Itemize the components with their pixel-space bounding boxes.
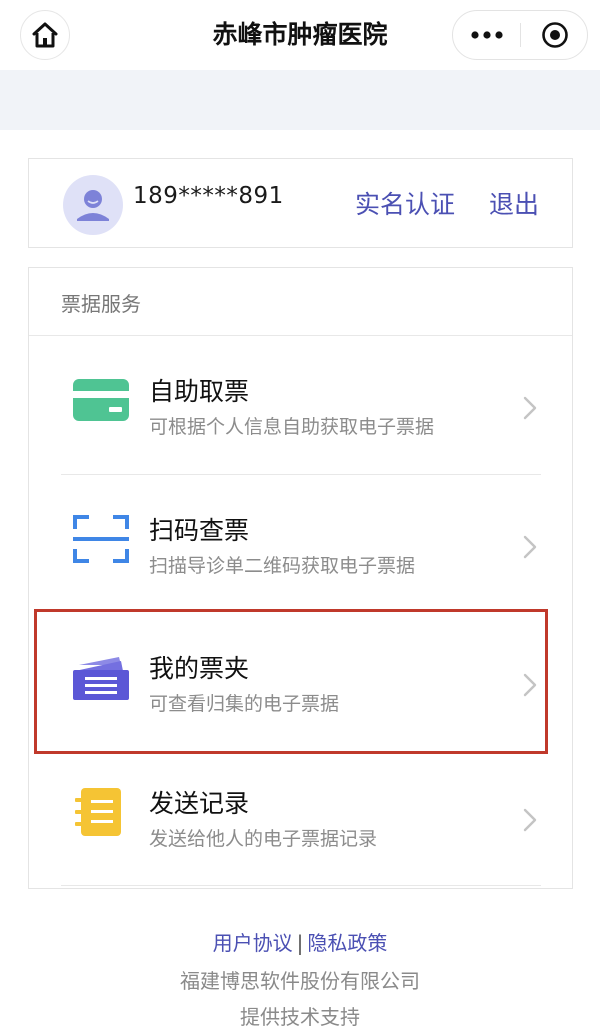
item-title: 我的票夹 [149,654,250,683]
item-description: 可根据个人信息自助获取电子票据 [149,416,435,438]
home-icon [32,22,58,48]
navigation-bar: 赤峰市肿瘤医院 [0,0,600,70]
chevron-right-icon [523,673,537,697]
real-name-verify-link[interactable]: 实名认证 [355,185,455,221]
send-record-icon [75,788,121,836]
close-mini-program-button[interactable] [521,11,588,59]
page-title: 赤峰市肿瘤医院 [212,20,388,49]
card-icon [73,379,129,421]
item-description: 扫描导诊单二维码获取电子票据 [149,555,416,577]
item-title: 扫码查票 [149,516,250,545]
home-button[interactable] [20,10,70,60]
privacy-policy-link[interactable]: 隐私政策 [307,931,387,955]
item-divider [61,885,541,886]
more-button[interactable] [453,11,520,59]
section-title: 票据服务 [61,292,141,316]
service-item-send-record[interactable]: 发送记录 发送给他人的电子票据记录 [29,748,572,884]
avatar [63,175,123,235]
user-card: 189*****891 实名认证 退出 [28,158,573,248]
chevron-right-icon [523,396,537,420]
user-avatar-icon [77,190,109,221]
chevron-right-icon [523,535,537,559]
record-close-icon [541,22,568,48]
service-item-self-pickup[interactable]: 自助取票 可根据个人信息自助获取电子票据 [29,336,572,472]
ticket-services-card: 票据服务 自助取票 可根据个人信息自助获取电子票据 扫码查票 扫描导诊单二维码获… [28,267,573,889]
item-description: 可查看归集的电子票据 [149,693,340,715]
more-dots-icon [470,31,503,39]
tech-support-text: 提供技术支持 [240,1005,360,1029]
user-agreement-link[interactable]: 用户协议 [213,931,293,955]
chevron-right-icon [523,808,537,832]
mini-program-capsule [452,10,588,60]
footer-links: 用户协议 | 隐私政策 [0,927,600,956]
item-title: 发送记录 [149,789,250,818]
scan-icon [73,515,129,563]
item-title: 自助取票 [149,377,250,406]
service-item-scan-query[interactable]: 扫码查票 扫描导诊单二维码获取电子票据 [29,475,572,611]
phone-number: 189*****891 [133,183,284,209]
company-name: 福建博思软件股份有限公司 [180,969,420,993]
item-description: 发送给他人的电子票据记录 [149,828,378,850]
service-item-my-ticket-folder[interactable]: 我的票夹 可查看归集的电子票据 [29,613,572,749]
ticket-folder-icon [73,657,129,700]
footer-separator: | [296,931,304,955]
header-band [0,70,600,130]
logout-link[interactable]: 退出 [489,185,539,221]
